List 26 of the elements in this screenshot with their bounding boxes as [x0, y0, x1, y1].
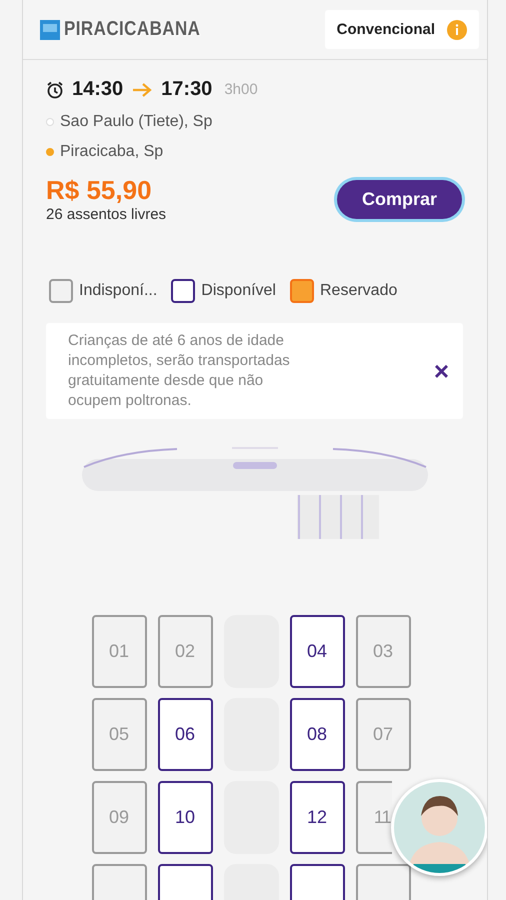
buy-button[interactable]: Comprar — [336, 180, 462, 218]
notice-text: Crianças de até 6 anos de idade incompletos, serão transportadas gratuitamente desde que não ocupem poltronas. — [68, 331, 291, 411]
legend-label: Reservado — [320, 282, 398, 300]
logo-icon — [40, 20, 60, 40]
brand-logo: PIRACICABANA — [64, 18, 200, 41]
seat-button[interactable]: 12 — [290, 781, 344, 854]
legend-label: Indisponí... — [79, 282, 158, 300]
free-seats-count: 26 assentos livres — [46, 206, 166, 223]
destination-dot-icon — [46, 148, 54, 156]
assistant-avatar-icon[interactable] — [391, 779, 487, 876]
seat-button[interactable]: 04 — [290, 615, 344, 688]
arrival-time: 17:30 — [161, 78, 212, 101]
seat-button[interactable]: 06 — [158, 698, 212, 771]
seat-button[interactable]: 08 — [290, 698, 344, 771]
service-class-badge[interactable]: Convencional — [324, 10, 479, 49]
alarm-clock-icon — [46, 80, 64, 98]
origin-city: Sao Paulo (Tiete), Sp — [60, 113, 214, 131]
destination-city: Piracicaba, Sp — [60, 143, 164, 161]
origin-dot-icon — [46, 118, 54, 126]
arrow-right-icon — [131, 82, 154, 98]
seat-button[interactable]: 10 — [158, 781, 212, 854]
legend-label: Disponível — [201, 282, 276, 300]
ticket-price: R$ 55,90 — [46, 175, 153, 206]
trip-duration: 3h00 — [224, 81, 258, 98]
close-button[interactable]: × — [430, 356, 453, 386]
departure-time: 14:30 — [72, 78, 124, 101]
